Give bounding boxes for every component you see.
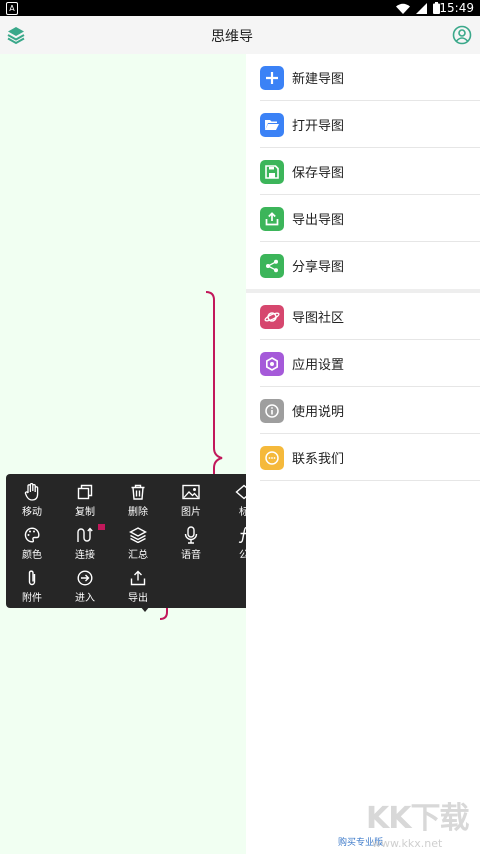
menu-label: 新建导图 bbox=[292, 72, 345, 87]
menu-label: 导出导图 bbox=[292, 213, 345, 228]
paperclip-icon bbox=[25, 568, 39, 587]
menu-new-map[interactable]: 新建导图 bbox=[260, 54, 480, 101]
hand-icon bbox=[24, 482, 40, 501]
tool-label: 复制 bbox=[75, 507, 95, 518]
tool-label: 标 bbox=[239, 507, 246, 518]
trash-icon bbox=[130, 482, 146, 501]
node-marker bbox=[98, 524, 105, 530]
mic-icon bbox=[184, 525, 198, 544]
share-icon bbox=[260, 253, 284, 278]
save-icon bbox=[260, 159, 284, 184]
node-toolbar: 移动 复制 删除 图片 标 颜色 连接 汇总 语音 公 附件 进入 导出 bbox=[6, 474, 246, 608]
tool-label: 附件 bbox=[22, 593, 42, 604]
planet-icon bbox=[260, 304, 284, 329]
palette-icon bbox=[24, 525, 40, 544]
menu-label: 使用说明 bbox=[292, 405, 345, 420]
tool-image[interactable]: 图片 bbox=[165, 478, 217, 518]
menu-share-map[interactable]: 分享导图 bbox=[260, 242, 480, 289]
connect-icon bbox=[76, 525, 94, 544]
tool-label: 删除 bbox=[128, 507, 148, 518]
chat-icon bbox=[260, 445, 284, 470]
upload-icon bbox=[130, 568, 146, 587]
plus-icon bbox=[260, 65, 284, 90]
tag-icon bbox=[235, 482, 246, 501]
menu-label: 保存导图 bbox=[292, 166, 345, 181]
layers-icon bbox=[129, 525, 147, 544]
tool-label: 语音 bbox=[181, 550, 201, 561]
enter-icon bbox=[77, 568, 93, 587]
tool-move[interactable]: 移动 bbox=[6, 478, 58, 518]
tool-voice[interactable]: 语音 bbox=[165, 521, 217, 561]
navigation-drawer: 新建导图 打开导图 保存导图 导出导图 分享导图 导图社区 应用设置 使用说明 … bbox=[246, 54, 480, 854]
watermark: KK下载 www.kkx.net bbox=[366, 793, 469, 850]
info-icon bbox=[260, 398, 284, 423]
tool-label: 导出 bbox=[128, 593, 148, 604]
settings-icon bbox=[260, 351, 284, 376]
menu-export-map[interactable]: 导出导图 bbox=[260, 195, 480, 242]
formula-icon bbox=[236, 525, 246, 544]
menu-label: 应用设置 bbox=[292, 358, 345, 373]
tool-label: 图片 bbox=[181, 507, 201, 518]
menu-instructions[interactable]: 使用说明 bbox=[260, 387, 480, 434]
watermark-url: www.kkx.net bbox=[372, 837, 443, 850]
copy-icon bbox=[77, 482, 93, 501]
menu-label: 打开导图 bbox=[292, 119, 345, 134]
watermark-brand: KK下载 bbox=[366, 801, 469, 836]
divider bbox=[260, 480, 480, 481]
menu-community[interactable]: 导图社区 bbox=[260, 293, 480, 340]
tool-label: 进入 bbox=[75, 593, 95, 604]
tool-tag[interactable]: 标 bbox=[218, 478, 246, 518]
image-icon bbox=[182, 482, 200, 501]
menu-settings[interactable]: 应用设置 bbox=[260, 340, 480, 387]
tool-label: 颜色 bbox=[22, 550, 42, 561]
menu-save-map[interactable]: 保存导图 bbox=[260, 148, 480, 195]
tool-label: 汇总 bbox=[128, 550, 148, 561]
menu-label: 分享导图 bbox=[292, 260, 345, 275]
tool-label: 移动 bbox=[22, 507, 42, 518]
tool-copy[interactable]: 复制 bbox=[59, 478, 111, 518]
tool-summary[interactable]: 汇总 bbox=[112, 521, 164, 561]
menu-contact[interactable]: 联系我们 bbox=[260, 434, 480, 481]
folder-open-icon bbox=[260, 112, 284, 137]
export-icon bbox=[260, 206, 284, 231]
tool-enter[interactable]: 进入 bbox=[59, 564, 111, 604]
tool-attachment[interactable]: 附件 bbox=[6, 564, 58, 604]
menu-label: 联系我们 bbox=[292, 452, 345, 467]
menu-label: 导图社区 bbox=[292, 311, 345, 326]
tool-formula[interactable]: 公 bbox=[218, 521, 246, 561]
tool-color[interactable]: 颜色 bbox=[6, 521, 58, 561]
menu-open-map[interactable]: 打开导图 bbox=[260, 101, 480, 148]
tool-delete[interactable]: 删除 bbox=[112, 478, 164, 518]
tool-export[interactable]: 导出 bbox=[112, 564, 164, 604]
tool-label: 公 bbox=[239, 550, 246, 561]
tool-label: 连接 bbox=[75, 550, 95, 561]
toolbar-pointer bbox=[140, 606, 150, 612]
